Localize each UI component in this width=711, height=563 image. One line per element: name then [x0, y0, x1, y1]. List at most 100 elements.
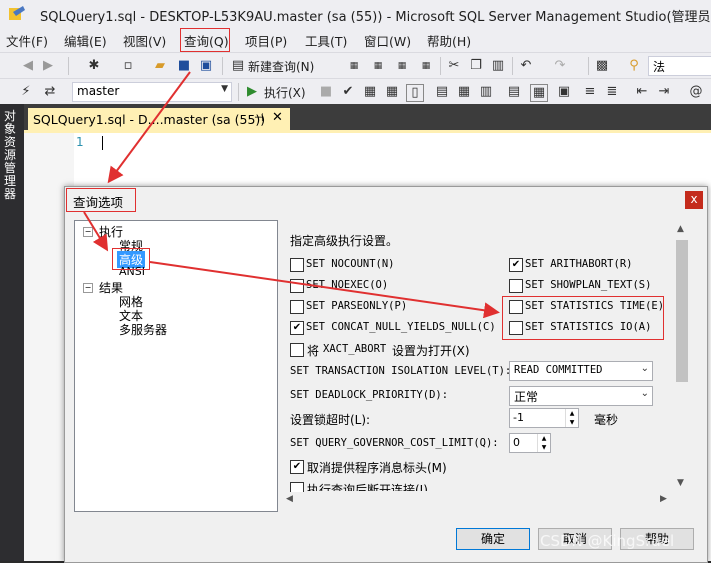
- isolation-select[interactable]: READ COMMITTED ⌄: [509, 361, 653, 381]
- toolbar-separator: [238, 83, 239, 101]
- chevron-down-icon: ▼: [221, 84, 228, 94]
- collapse-icon[interactable]: −: [83, 227, 93, 237]
- xmla-query-icon[interactable]: ▦: [394, 58, 410, 74]
- new-query-button[interactable]: 新建查询(N): [248, 58, 314, 75]
- xact-abort-label-pre: 将: [307, 344, 320, 358]
- line-number: 1: [76, 135, 84, 149]
- cut-icon[interactable]: ✂: [446, 58, 462, 74]
- cost-limit-spinner[interactable]: 0 ▲ ▼: [509, 433, 551, 453]
- menu-file[interactable]: 文件(F): [6, 31, 48, 50]
- results-to-icon[interactable]: ▯: [406, 84, 424, 102]
- tree-node-multiserver[interactable]: 多服务器: [119, 321, 167, 338]
- chevron-down-icon: ⌄: [640, 363, 649, 374]
- close-tab-icon[interactable]: ✕: [272, 110, 283, 125]
- database-select[interactable]: master ▼: [72, 82, 232, 102]
- menu-query-highlight: [180, 28, 230, 52]
- forward-icon[interactable]: ▶: [40, 58, 56, 74]
- menu-help[interactable]: 帮助(H): [427, 31, 471, 50]
- menu-window[interactable]: 窗口(W): [364, 31, 411, 50]
- deadlock-select[interactable]: 正常 ⌄: [509, 386, 653, 406]
- concat-null-checkbox[interactable]: ✔: [290, 321, 304, 335]
- open-file-icon[interactable]: ▰: [152, 58, 168, 74]
- menu-tools[interactable]: 工具(T): [305, 31, 347, 50]
- object-explorer-sidebar[interactable]: 对象资源管理器: [0, 104, 24, 561]
- find-icon[interactable]: ⚲: [626, 58, 642, 74]
- redo-icon[interactable]: ↷: [552, 58, 568, 74]
- back-icon[interactable]: ◀: [20, 58, 36, 74]
- parse-icon[interactable]: ✔: [340, 84, 356, 100]
- add-item-icon[interactable]: ▫: [120, 58, 136, 74]
- deadlock-label: SET DEADLOCK_PRIORITY(D):: [290, 389, 449, 401]
- execute-button[interactable]: 执行(X): [264, 84, 306, 101]
- statistics-options-highlight: [502, 296, 664, 340]
- stop-icon[interactable]: ■: [318, 84, 334, 100]
- dax-query-icon[interactable]: ▦: [418, 58, 434, 74]
- new-query-icon[interactable]: ▤: [230, 58, 246, 74]
- menu-project[interactable]: 项目(P): [245, 31, 287, 50]
- xact-abort-label-code: XACT_ABORT: [323, 343, 387, 355]
- scroll-left-icon[interactable]: ◀: [286, 494, 293, 504]
- search-combo[interactable]: 法: [648, 56, 711, 76]
- toolbar-separator: [68, 57, 69, 75]
- nocount-checkbox[interactable]: [290, 258, 304, 272]
- scroll-down-icon[interactable]: ▼: [677, 478, 684, 488]
- results-to-file-icon[interactable]: ▣: [556, 84, 572, 100]
- mdx-query-icon[interactable]: ▦: [346, 58, 362, 74]
- scrollbar-thumb[interactable]: [676, 240, 688, 382]
- decrease-indent-icon[interactable]: ⇤: [634, 84, 650, 100]
- spinner-arrows-icon[interactable]: ▲ ▼: [565, 409, 578, 427]
- xact-abort-label-post: 设置为打开(X): [392, 344, 470, 358]
- increase-indent-icon[interactable]: ⇥: [656, 84, 672, 100]
- scroll-up-icon[interactable]: ▲: [677, 224, 684, 234]
- save-all-icon[interactable]: ▣: [198, 58, 214, 74]
- disconnect-label: 执行查询后断开连接(I): [307, 483, 428, 491]
- save-icon[interactable]: ■: [176, 58, 192, 74]
- lock-timeout-spinner[interactable]: -1 ▲ ▼: [509, 408, 579, 428]
- include-plan-icon[interactable]: ▦: [456, 84, 472, 100]
- xact-abort-checkbox[interactable]: [290, 343, 304, 357]
- specify-values-icon[interactable]: @: [688, 84, 704, 100]
- cost-limit-label: SET QUERY_GOVERNOR_COST_LIMIT(Q):: [290, 437, 499, 449]
- showplan-text-checkbox[interactable]: [509, 279, 523, 293]
- ok-button[interactable]: 确定: [456, 528, 530, 550]
- isolation-value: READ COMMITTED: [514, 364, 603, 376]
- intellisense-icon[interactable]: ▤: [434, 84, 450, 100]
- new-project-icon[interactable]: ✱: [86, 58, 102, 74]
- pin-icon[interactable]: ⊣: [254, 111, 264, 124]
- suppress-header-checkbox[interactable]: ✔: [290, 460, 304, 474]
- estimated-plan-icon[interactable]: ▦: [362, 84, 378, 100]
- noexec-checkbox[interactable]: [290, 279, 304, 293]
- arithabort-checkbox[interactable]: ✔: [509, 258, 523, 272]
- connect-icon[interactable]: ⚡: [18, 84, 34, 100]
- client-stats-icon[interactable]: ▥: [478, 84, 494, 100]
- activity-monitor-icon[interactable]: ▩: [594, 58, 610, 74]
- menu-edit[interactable]: 编辑(E): [64, 31, 107, 50]
- dialog-close-button[interactable]: x: [685, 191, 703, 209]
- horizontal-scrollbar[interactable]: ◀ ▶: [280, 492, 674, 508]
- execute-icon[interactable]: ▶: [244, 84, 260, 100]
- query-designer-icon[interactable]: ▦: [384, 84, 400, 100]
- uncomment-icon[interactable]: ≣: [604, 84, 620, 100]
- nocount-label: SET NOCOUNT(N): [306, 258, 395, 270]
- paste-icon[interactable]: ▥: [490, 58, 506, 74]
- copy-icon[interactable]: ❐: [468, 58, 484, 74]
- comment-icon[interactable]: ≡: [582, 84, 598, 100]
- spinner-arrows-icon[interactable]: ▲ ▼: [537, 434, 550, 452]
- collapse-icon[interactable]: −: [83, 283, 93, 293]
- results-to-text-icon[interactable]: ▤: [506, 84, 522, 100]
- menu-bar: 文件(F) 编辑(E) 视图(V) 查询(Q) 项目(P) 工具(T) 窗口(W…: [0, 28, 711, 52]
- vertical-scrollbar[interactable]: ▲ ▼: [674, 220, 690, 492]
- arithabort-label: SET ARITHABORT(R): [525, 258, 633, 270]
- scroll-right-icon[interactable]: ▶: [660, 494, 667, 504]
- sql-editor-toolbar: ⚡ ⇄ master ▼ ▶ 执行(X) ■ ✔ ▦ ▦ ▯ ▤ ▦ ▥ ▤ ▦…: [0, 78, 711, 105]
- change-connection-icon[interactable]: ⇄: [42, 84, 58, 100]
- search-combo-value: 法: [653, 60, 666, 74]
- document-tab[interactable]: SQLQuery1.sql - D....master (sa (55)) ⊣ …: [28, 108, 290, 130]
- options-tree[interactable]: − 执行 常规 高级 ANSI − 结果 网格 文本 多服务器: [74, 220, 278, 512]
- toolbar-separator: [440, 57, 441, 75]
- undo-icon[interactable]: ↶: [518, 58, 534, 74]
- parseonly-checkbox[interactable]: [290, 300, 304, 314]
- dmx-query-icon[interactable]: ▦: [370, 58, 386, 74]
- results-to-grid-icon[interactable]: ▦: [530, 84, 548, 102]
- menu-view[interactable]: 视图(V): [123, 31, 166, 50]
